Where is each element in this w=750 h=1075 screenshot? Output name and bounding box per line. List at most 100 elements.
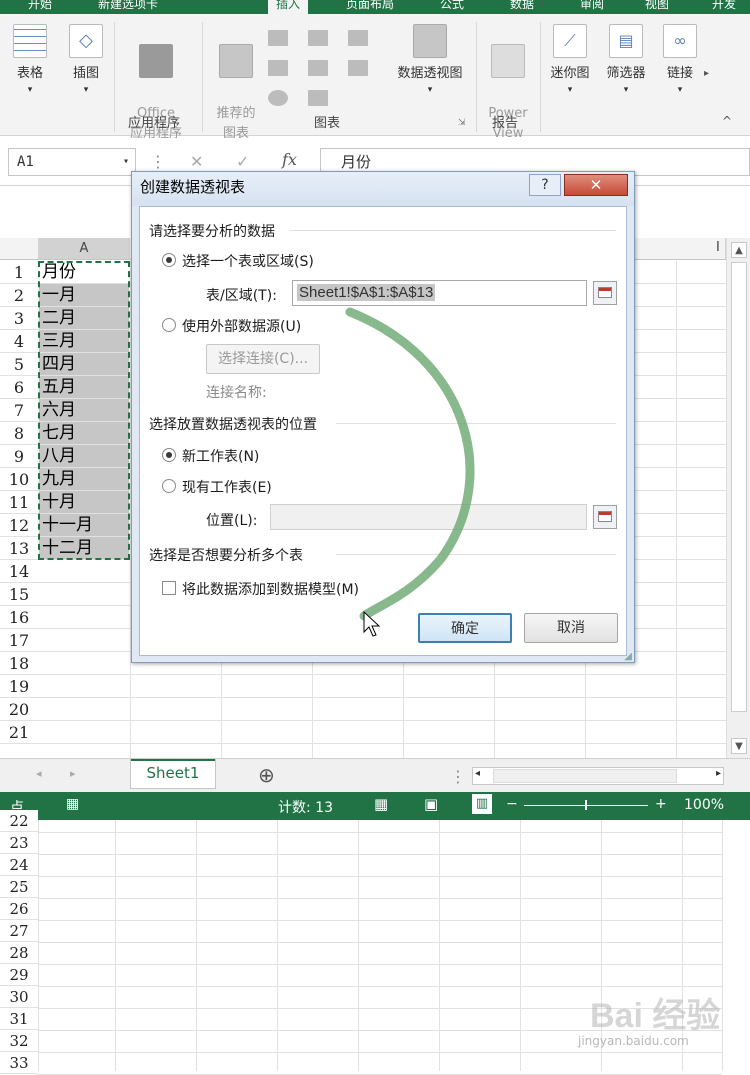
row-header[interactable]: 26 (0, 898, 38, 920)
tab-formulas[interactable]: 公式 (440, 0, 464, 14)
horizontal-scrollbar[interactable]: ◂ ▸ (472, 767, 724, 785)
row-header[interactable]: 17 (0, 629, 38, 652)
row-header[interactable]: 29 (0, 964, 38, 986)
range-input[interactable]: Sheet1!$A$1:$A$13 (292, 280, 587, 306)
tab-home[interactable]: 开始 (28, 0, 52, 14)
row-header[interactable]: 16 (0, 606, 38, 629)
sheet-tab-sheet1[interactable]: Sheet1 (130, 759, 216, 789)
row-header[interactable]: 18 (0, 652, 38, 675)
row-header[interactable]: 2 (0, 284, 38, 307)
row-header[interactable]: 30 (0, 986, 38, 1008)
sparklines-button[interactable]: ⟋ 迷你图 ▾ (544, 24, 596, 96)
row-header[interactable]: 4 (0, 330, 38, 353)
add-to-data-model-label[interactable]: 将此数据添加到数据模型(M) (182, 579, 359, 599)
radio-select-range-label[interactable]: 选择一个表或区域(S) (182, 251, 314, 271)
add-sheet-icon[interactable]: ⊕ (258, 763, 275, 787)
row-header[interactable]: 3 (0, 307, 38, 330)
radio-new-worksheet[interactable] (162, 448, 176, 462)
select-all-corner[interactable] (0, 238, 39, 260)
tab-data[interactable]: 数据 (510, 0, 534, 14)
row-header[interactable]: 23 (0, 832, 38, 854)
tab-developer[interactable]: 开发 (712, 0, 736, 14)
vertical-scrollbar[interactable]: ▲ ▼ (726, 238, 750, 758)
illustration-button[interactable]: ◇ 插图 ▾ (64, 24, 108, 96)
name-box[interactable]: A1 ▾ (8, 148, 136, 176)
row-header[interactable]: 24 (0, 854, 38, 876)
radio-select-range[interactable] (162, 253, 176, 267)
zoom-slider-handle[interactable] (585, 800, 587, 810)
radio-existing-worksheet[interactable] (162, 479, 176, 493)
row-header[interactable]: 6 (0, 376, 38, 399)
column-chart-icon[interactable] (268, 30, 288, 46)
row-header[interactable]: 14 (0, 560, 38, 583)
row-header[interactable]: 20 (0, 698, 38, 721)
page-break-view-icon[interactable]: ▥ (472, 794, 492, 814)
cancel-button[interactable]: 取消 (524, 613, 618, 643)
radio-existing-worksheet-label[interactable]: 现有工作表(E) (182, 477, 272, 497)
row-header[interactable]: 1 (0, 261, 38, 284)
column-header-a[interactable]: A (39, 238, 130, 260)
area-chart-icon[interactable] (308, 60, 328, 76)
row-header[interactable]: 7 (0, 399, 38, 422)
collapse-location-icon[interactable] (593, 505, 617, 529)
row-header[interactable]: 12 (0, 514, 38, 537)
scroll-right-icon[interactable]: ▸ (716, 768, 721, 779)
tab-insert[interactable]: 插入 (268, 0, 309, 14)
zoom-out-icon[interactable]: − (506, 796, 518, 812)
row-header[interactable]: 19 (0, 675, 38, 698)
table-button[interactable]: 表格 ▾ (8, 24, 52, 96)
row-header[interactable]: 9 (0, 445, 38, 468)
choose-connection-button[interactable]: 选择连接(C)... (206, 344, 320, 374)
recommended-charts-button[interactable]: 推荐的 图表 (206, 24, 266, 144)
scroll-thumb[interactable] (731, 262, 747, 712)
row-header[interactable]: 10 (0, 468, 38, 491)
scroll-left-icon[interactable]: ◂ (475, 768, 480, 779)
ok-button[interactable]: 确定 (418, 613, 512, 643)
row-header[interactable]: 25 (0, 876, 38, 898)
zoom-in-icon[interactable]: + (655, 796, 667, 812)
scatter-chart-icon[interactable] (308, 90, 328, 106)
close-button[interactable]: ✕ (564, 174, 628, 196)
combo-chart-icon[interactable] (348, 60, 368, 76)
tab-view[interactable]: 视图 (645, 0, 669, 14)
row-header[interactable]: 31 (0, 1008, 38, 1030)
slicer-button[interactable]: ▤ 筛选器 ▾ (600, 24, 652, 96)
pivotchart-button[interactable]: 数据透视图 ▾ (390, 24, 470, 96)
row-header[interactable]: 21 (0, 721, 38, 744)
tab-new[interactable]: 新建选项卡 (98, 0, 158, 14)
radio-new-worksheet-label[interactable]: 新工作表(N) (182, 446, 259, 466)
dialog-launcher-icon[interactable]: ⇲ (458, 118, 466, 128)
scroll-down-icon[interactable]: ▼ (731, 738, 747, 754)
zoom-level[interactable]: 100% (684, 797, 724, 813)
page-layout-view-icon[interactable]: ▣ (424, 795, 438, 813)
tab-review[interactable]: 审阅 (580, 0, 604, 14)
tab-page-layout[interactable]: 页面布局 (346, 0, 394, 14)
prev-sheet-icon[interactable]: ◂ (36, 767, 42, 780)
row-header[interactable]: 28 (0, 942, 38, 964)
radio-external-source-label[interactable]: 使用外部数据源(U) (182, 316, 301, 336)
next-sheet-icon[interactable]: ▸ (70, 767, 76, 780)
bar-chart-icon[interactable] (308, 30, 328, 46)
scroll-up-icon[interactable]: ▲ (731, 242, 747, 258)
row-header[interactable]: 22 (0, 810, 38, 832)
row-header[interactable]: 11 (0, 491, 38, 514)
collapse-range-icon[interactable] (593, 281, 617, 305)
row-header[interactable]: 13 (0, 537, 38, 560)
normal-view-icon[interactable]: ▦ (374, 795, 388, 813)
star-chart-icon[interactable] (348, 30, 368, 46)
radio-external-source[interactable] (162, 318, 176, 332)
confirm-entry-icon[interactable]: ✓ (236, 152, 249, 171)
insert-function-icon[interactable]: fx (282, 150, 297, 169)
row-header[interactable]: 5 (0, 353, 38, 376)
hscroll-thumb[interactable] (493, 769, 677, 783)
column-header-i[interactable]: I (716, 240, 720, 255)
row-header[interactable]: 8 (0, 422, 38, 445)
help-button[interactable]: ? (529, 174, 561, 196)
row-header[interactable]: 27 (0, 920, 38, 942)
hierarchy-chart-icon[interactable] (268, 60, 288, 76)
ribbon-scroll-right-icon[interactable]: ▸ (704, 68, 709, 79)
cancel-entry-icon[interactable]: ✕ (190, 152, 203, 171)
add-to-data-model-checkbox[interactable] (162, 581, 176, 595)
collapse-ribbon-icon[interactable]: ^ (722, 114, 732, 128)
row-header[interactable]: 32 (0, 1030, 38, 1052)
